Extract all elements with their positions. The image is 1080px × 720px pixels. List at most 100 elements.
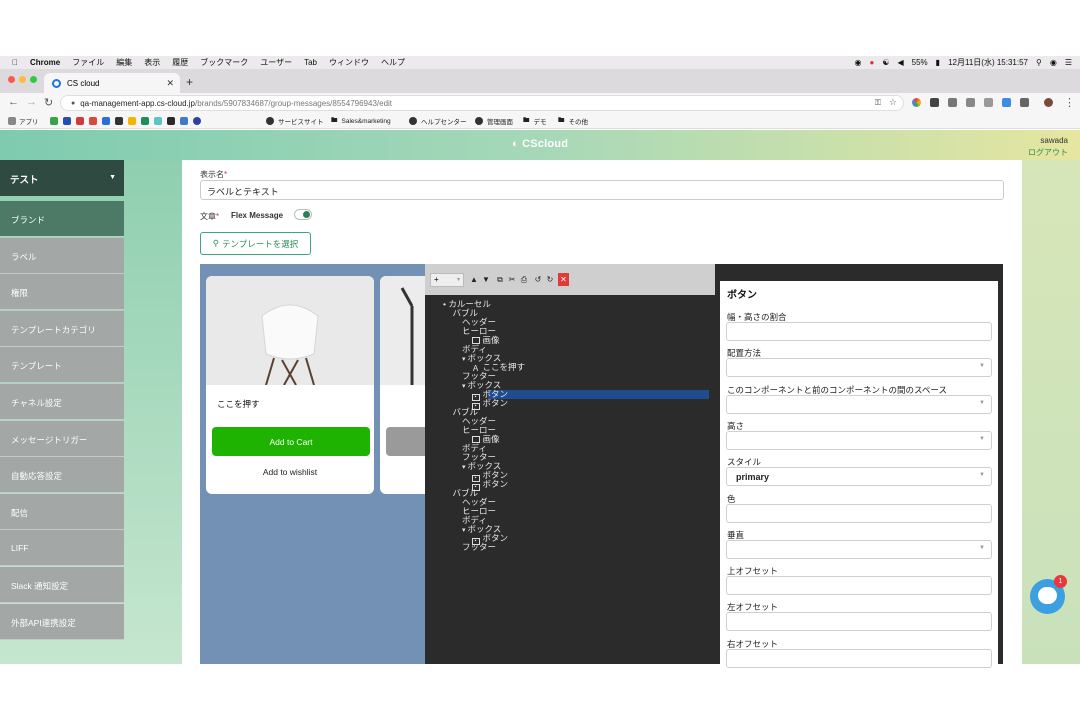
bookmark-other[interactable]: 🖿 その他 — [558, 116, 588, 127]
sidebar-item[interactable]: メッセージトリガー — [0, 420, 124, 457]
menu-bookmarks[interactable]: ブックマーク — [200, 57, 248, 68]
menu-tab[interactable]: Tab — [304, 58, 317, 67]
close-window-icon[interactable] — [8, 76, 15, 83]
minimize-window-icon[interactable] — [19, 76, 26, 83]
battery-text[interactable]: 55% — [912, 58, 928, 67]
undo-icon[interactable]: ↺ — [533, 274, 543, 286]
back-icon[interactable]: ← — [8, 96, 19, 108]
sidebar-item[interactable]: 外部API連携設定 — [0, 603, 124, 640]
menu-chrome[interactable]: Chrome — [30, 58, 60, 67]
bubble-card-2 — [380, 276, 425, 494]
sidebar-item[interactable]: チャネル設定 — [0, 384, 124, 420]
extension-grid-icon[interactable] — [984, 98, 993, 107]
sidebar-item[interactable]: 自動応答設定 — [0, 457, 124, 494]
help-center-icon — [409, 117, 417, 125]
add-select-arrow-icon: ▾ — [456, 277, 460, 283]
bookmark-star-icon[interactable]: ☆ — [889, 97, 897, 108]
sidebar-item[interactable]: テンプレートカテゴリ — [0, 310, 124, 347]
property-input[interactable] — [726, 576, 992, 596]
property-input[interactable] — [726, 612, 992, 632]
property-select[interactable]: ▼ — [726, 430, 992, 450]
tree-node[interactable]: フッター — [462, 543, 496, 552]
display-name-input[interactable]: ラベルとテキスト — [200, 180, 1004, 200]
flex-message-toggle[interactable] — [294, 209, 312, 220]
bookmark-demo[interactable]: 🖿 デモ — [523, 116, 547, 127]
bookmark-icons[interactable] — [50, 116, 201, 126]
paste-icon[interactable]: ⎙ — [519, 274, 529, 286]
cut-icon[interactable]: ✂ — [507, 274, 517, 286]
menu-history[interactable]: 履歴 — [172, 57, 188, 68]
sidebar-item[interactable]: 配信 — [0, 493, 124, 530]
maximize-window-icon[interactable] — [30, 76, 37, 83]
extension-color-icon[interactable] — [912, 98, 921, 107]
browser-tab[interactable]: CS cloud ✕ — [44, 73, 180, 93]
bookmark-sales-marketing[interactable]: 🖿 Sales&marketing — [331, 116, 391, 126]
copy-icon[interactable]: ⧉ — [495, 274, 505, 286]
key-icon[interactable]: ⚿ — [875, 98, 881, 108]
tree-node-label: フッター — [462, 542, 497, 552]
bookmark-apps[interactable]: アプリ — [8, 116, 39, 126]
property-input[interactable] — [726, 503, 992, 523]
close-tab-icon[interactable]: ✕ — [166, 78, 174, 89]
property-select[interactable]: primary ▼ — [726, 467, 992, 487]
menu-user[interactable]: ユーザー — [260, 57, 292, 68]
add-component-select[interactable]: + ▾ — [430, 273, 464, 287]
address-bar[interactable]: ● qa-management-app.cs-cloud.jp/brands/5… — [60, 95, 904, 111]
datetime[interactable]: 12月11日(水) 15:31:57 — [948, 57, 1028, 68]
extension-n-icon[interactable] — [930, 98, 939, 107]
spotlight-icon[interactable]: ⚲ — [1036, 58, 1042, 67]
cscloud-favicon-icon — [52, 78, 61, 88]
menu-window[interactable]: ウィンドウ — [329, 57, 369, 68]
app-status-icon[interactable]: ● — [869, 58, 874, 67]
sidebar-item[interactable]: ブランド — [0, 201, 124, 237]
select-template-button[interactable]: ⚲ テンプレートを選択 — [200, 232, 311, 255]
apple-icon[interactable]:  — [12, 58, 18, 67]
move-down-icon[interactable]: ▼ — [481, 274, 491, 286]
new-tab-icon[interactable]: + — [186, 75, 193, 89]
brand-selector[interactable]: テスト ▼ — [0, 160, 124, 196]
delete-icon[interactable]: ✕ — [558, 273, 569, 286]
logout-link[interactable]: ログアウト — [1028, 147, 1068, 158]
property-select[interactable]: ▼ — [726, 358, 992, 378]
forward-icon[interactable]: → — [26, 96, 37, 108]
sidebar-item[interactable]: LIFF — [0, 530, 124, 567]
property-select[interactable]: ▼ — [726, 394, 992, 414]
cscloud-logo[interactable]: ◐ CScloud — [512, 138, 568, 150]
sidebar-item[interactable]: ラベル — [0, 237, 124, 274]
battery-icon[interactable]: ▮ — [936, 58, 940, 67]
menu-help[interactable]: ヘルプ — [381, 57, 405, 68]
folder-icon: 🖿 — [523, 116, 530, 124]
sidebar-item[interactable]: 権限 — [0, 274, 124, 311]
reload-icon[interactable]: ↻ — [44, 96, 53, 109]
more-menu-icon[interactable]: ⋮ — [1064, 96, 1075, 109]
property-select[interactable]: ▼ — [726, 539, 992, 559]
menu-edit[interactable]: 編集 — [116, 57, 132, 68]
image-node-icon — [471, 436, 480, 443]
menu-list-icon[interactable]: ☰ — [1065, 58, 1072, 67]
property-input[interactable] — [726, 648, 992, 668]
bookmark-service-site[interactable]: サービスサイト — [266, 116, 324, 126]
menu-view[interactable]: 表示 — [144, 57, 160, 68]
menu-file[interactable]: ファイル — [72, 57, 104, 68]
record-icon[interactable]: ◉ — [855, 58, 862, 67]
select-template-label: テンプレートを選択 — [221, 238, 299, 249]
extension-camera-icon[interactable] — [948, 98, 957, 107]
siri-icon[interactable]: ◉ — [1050, 58, 1057, 67]
add-to-cart-button[interactable]: Add to Cart — [212, 427, 370, 456]
bookmark-help-center[interactable]: ヘルプセンター — [409, 116, 467, 126]
bookmark-admin[interactable]: 管理画面 — [475, 116, 513, 126]
extension-list-icon[interactable] — [966, 98, 975, 107]
sidebar-item[interactable]: Slack 通知設定 — [0, 567, 124, 603]
add-to-wishlist-button[interactable]: Add to wishlist — [206, 467, 374, 477]
volume-icon[interactable]: ◀ — [898, 58, 904, 67]
extension-screenshot-icon[interactable] — [1002, 98, 1011, 107]
property-input[interactable] — [726, 322, 992, 341]
extension-c-icon[interactable] — [1020, 98, 1029, 107]
wifi-icon[interactable]: ☯ — [882, 58, 889, 67]
card2-button[interactable] — [386, 427, 425, 456]
redo-icon[interactable]: ↻ — [545, 274, 555, 286]
sidebar-item[interactable]: テンプレート — [0, 347, 124, 384]
move-up-icon[interactable]: ▲ — [469, 274, 479, 286]
profile-avatar[interactable] — [1044, 98, 1053, 107]
display-name-label-text: 表示名 — [200, 170, 224, 179]
